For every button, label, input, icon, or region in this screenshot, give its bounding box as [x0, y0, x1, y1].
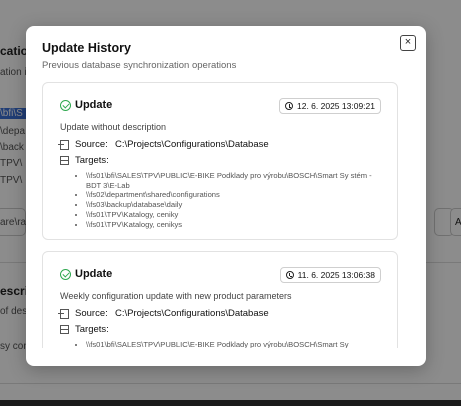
target-path: \\fs01\bfi\SALES\TPV\PUBLIC\E-BIKE Podkl…	[86, 171, 381, 190]
dialog-title: Update History	[42, 41, 131, 55]
close-button[interactable]: ×	[400, 35, 416, 51]
clock-icon	[285, 271, 294, 279]
clock-icon	[285, 102, 293, 110]
entry-type: Update	[75, 99, 113, 111]
close-icon: ×	[404, 36, 412, 48]
targets-folder-icon	[60, 156, 69, 165]
target-path: \\fs01\TPV\Katalogy, ceniky	[86, 210, 381, 220]
targets-label: Targets:	[75, 155, 109, 166]
target-path: \\fs01\bfi\SALES\TPV\PUBLIC\E-BIKE Podkl…	[86, 340, 381, 348]
target-path: \\fs01\TPV\Katalogy, cenikys	[86, 220, 381, 230]
source-path: C:\Projects\Configurations\Database	[115, 139, 269, 150]
entry-description: Weekly configuration update with new pro…	[60, 291, 292, 301]
source-import-icon	[58, 309, 69, 319]
targets-label: Targets:	[75, 324, 109, 335]
timestamp-badge: 11. 6. 2025 13:06:38	[279, 267, 381, 283]
check-circle-icon	[60, 269, 71, 280]
timestamp-badge: 12. 6. 2025 13:09:21	[279, 98, 381, 114]
check-circle-icon	[60, 100, 71, 111]
source-label: Source:	[75, 308, 108, 319]
source-path: C:\Projects\Configurations\Database	[115, 308, 269, 319]
target-path: \\fs02\department\shared\configurations	[86, 190, 381, 200]
targets-list: \\fs01\bfi\SALES\TPV\PUBLIC\E-BIKE Podkl…	[76, 171, 381, 229]
history-entry: Update 11. 6. 2025 13:06:38 Weekly confi…	[42, 251, 398, 348]
entry-description: Update without description	[60, 122, 167, 132]
source-label: Source:	[75, 139, 108, 150]
history-list[interactable]: Update 12. 6. 2025 13:09:21 Update witho…	[42, 82, 398, 348]
update-history-dialog: Update History Previous database synchro…	[26, 26, 426, 366]
bottom-strip	[0, 400, 461, 406]
entry-type: Update	[75, 268, 113, 280]
history-entry: Update 12. 6. 2025 13:09:21 Update witho…	[42, 82, 398, 240]
targets-list: \\fs01\bfi\SALES\TPV\PUBLIC\E-BIKE Podkl…	[76, 340, 381, 348]
targets-folder-icon	[60, 325, 69, 334]
timestamp-text: 12. 6. 2025 13:09:21	[297, 101, 375, 111]
target-path: \\fs03\backup\database\daily	[86, 200, 381, 210]
source-import-icon	[58, 140, 69, 150]
timestamp-text: 11. 6. 2025 13:06:38	[297, 270, 375, 280]
dialog-subtitle: Previous database synchronization operat…	[42, 60, 237, 71]
